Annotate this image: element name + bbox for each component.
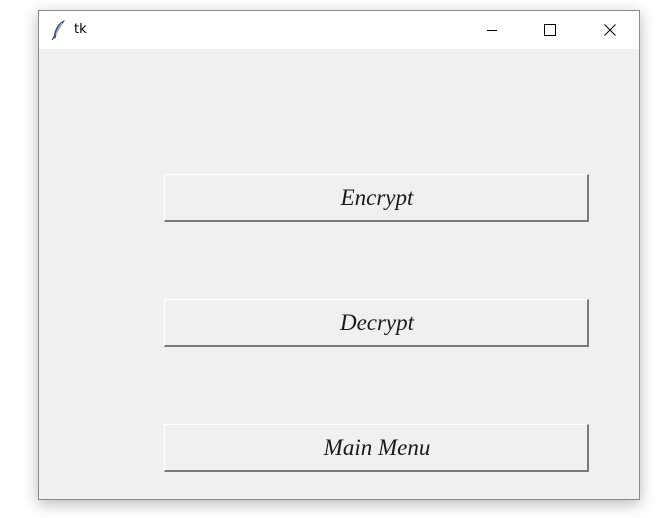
feather-icon	[51, 20, 67, 41]
encrypt-button[interactable]: Encrypt	[164, 174, 589, 222]
window-title: tk	[74, 22, 87, 37]
encrypt-button-label: Encrypt	[340, 184, 414, 210]
title-bar[interactable]: tk	[39, 11, 639, 49]
maximize-button[interactable]	[521, 11, 579, 49]
app-window: tk Encrypt Decrypt Main Menu	[38, 10, 640, 500]
decrypt-button-label: Decrypt	[339, 309, 415, 335]
close-button[interactable]	[581, 11, 639, 49]
decrypt-button[interactable]: Decrypt	[164, 299, 589, 347]
maximize-icon	[544, 21, 556, 40]
main-menu-button[interactable]: Main Menu	[164, 424, 589, 472]
minimize-button[interactable]	[463, 11, 521, 49]
main-content: Encrypt Decrypt Main Menu	[39, 49, 639, 499]
main-menu-button-label: Main Menu	[323, 434, 431, 460]
minimize-icon	[486, 21, 498, 40]
close-icon	[604, 21, 616, 40]
